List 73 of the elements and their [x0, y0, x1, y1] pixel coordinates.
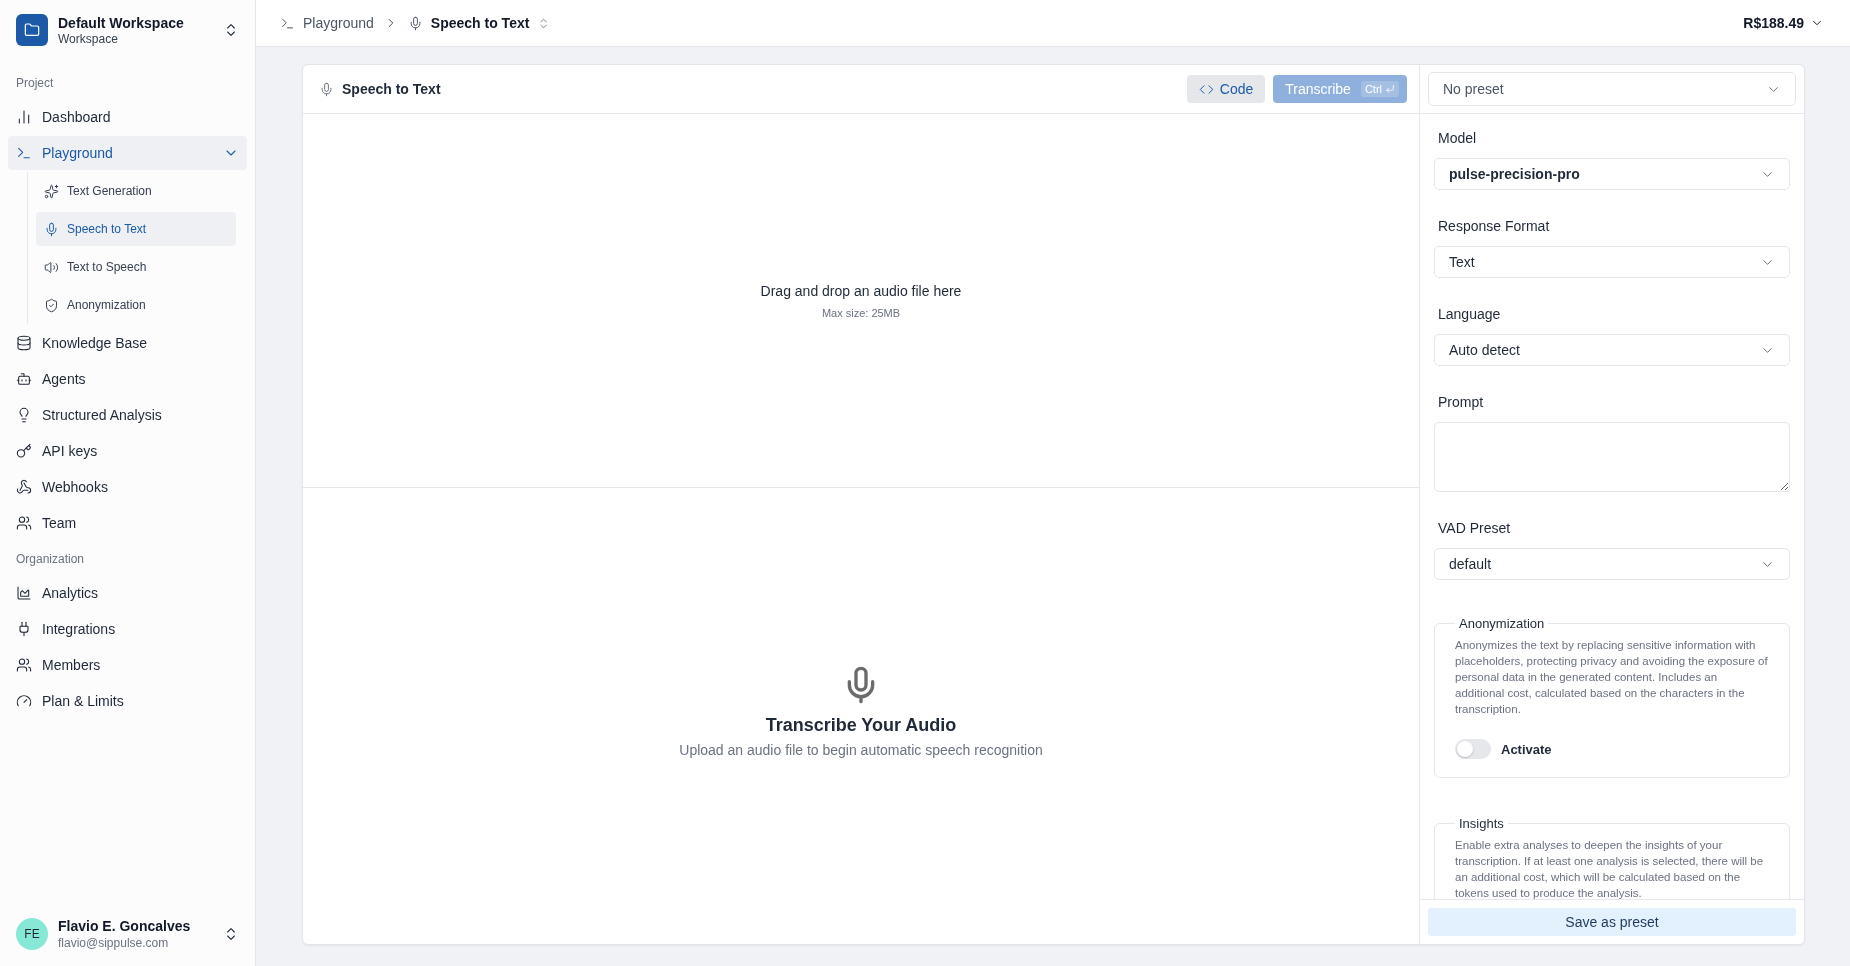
breadcrumb-link[interactable]: Speech to Text	[407, 15, 551, 31]
field-label: Prompt	[1437, 394, 1485, 410]
user-avatar: FE	[16, 918, 48, 950]
field-label: VAD Preset	[1437, 520, 1512, 536]
save-preset-button[interactable]: Save as preset	[1428, 908, 1796, 936]
chart-icon	[16, 109, 32, 125]
select-field[interactable]: pulse-precision-pro	[1434, 158, 1790, 190]
microphone-icon	[407, 15, 423, 31]
group-legend: Insights	[1455, 816, 1508, 831]
section-label: Project	[15, 75, 55, 92]
drop-zone[interactable]: Drag and drop an audio file here Max size: 25MB	[303, 114, 1419, 488]
empty-title: Transcribe Your Audio	[765, 714, 957, 736]
workspace-type: Workspace	[58, 31, 119, 46]
nav-item[interactable]: Integrations	[8, 612, 247, 646]
users-icon	[16, 657, 32, 673]
nav-subitem[interactable]: Anonymization	[36, 288, 236, 322]
terminal-icon	[16, 145, 32, 161]
nav-item[interactable]: Team	[8, 506, 247, 540]
card-title: Speech to Text	[342, 81, 442, 97]
nav-item[interactable]: Members	[8, 648, 247, 682]
field-label: Model	[1437, 130, 1478, 146]
field-label: Language	[1437, 306, 1502, 322]
group-description: Anonymizes the text by replacing sensitive information with placeholders, protecting privacy and avoiding the exposure of personal data in the generated content. Includes an additional cost, calculated based on the characters in the transcription.	[1455, 638, 1769, 717]
user-email: flavio@sippulse.com	[58, 936, 170, 950]
select-field[interactable]: Auto detect	[1434, 334, 1790, 366]
nav-item[interactable]: Structured Analysis	[8, 398, 247, 432]
group-legend: Anonymization	[1455, 616, 1549, 631]
nav-subitem[interactable]: Speech to Text	[36, 212, 236, 246]
nav-item[interactable]: Agents	[8, 362, 247, 396]
balance-button[interactable]: R$188.49	[1737, 14, 1830, 32]
enter-key-icon	[1385, 84, 1395, 94]
gauge-icon	[16, 693, 32, 709]
key-icon	[16, 443, 32, 459]
toggle-switch[interactable]	[1455, 739, 1491, 759]
lightbulb-icon	[16, 407, 32, 423]
nav-item[interactable]: Analytics	[8, 576, 247, 610]
microphone-icon	[44, 221, 59, 237]
nav-item[interactable]: Plan & Limits	[8, 684, 247, 718]
nav-item[interactable]: Dashboard	[8, 100, 247, 134]
field-label: Response Format	[1437, 218, 1551, 234]
nav-item[interactable]: Knowledge Base	[8, 326, 247, 360]
workspace-logo	[16, 14, 48, 46]
breadcrumb-link[interactable]: Playground	[280, 15, 374, 31]
nav-item[interactable]: Webhooks	[8, 470, 247, 504]
user-name: Flavio E. Goncalves	[58, 918, 192, 934]
plug-icon	[16, 621, 32, 637]
nav-item[interactable]: Playground	[8, 136, 247, 170]
drop-title: Drag and drop an audio file here	[760, 282, 962, 299]
prompt-field[interactable]	[1434, 422, 1790, 492]
shield-check-icon	[44, 297, 59, 313]
preset-select[interactable]: No preset	[1428, 72, 1796, 106]
robot-icon	[16, 371, 32, 387]
group-description: Enable extra analyses to deepen the insights of your transcription. If at least one analysis is selected, there will be an additional cost, which will be calculated based on the tokens used to produce the analysis.	[1455, 838, 1765, 899]
webhook-icon	[16, 479, 32, 495]
speaker-icon	[44, 259, 59, 275]
sparkles-icon	[44, 183, 59, 199]
toggle-label: Activate	[1501, 741, 1552, 757]
database-icon	[16, 335, 32, 351]
select-field[interactable]: Text	[1434, 246, 1790, 278]
drop-hint: Max size: 25MB	[821, 306, 901, 319]
area-chart-icon	[16, 585, 32, 601]
users-icon	[16, 515, 32, 531]
shortcut-hint: Ctrl	[1360, 81, 1399, 97]
nav-subitem[interactable]: Text Generation	[36, 174, 236, 208]
code-button[interactable]: Code	[1186, 75, 1266, 103]
nav-subitem[interactable]: Text to Speech	[36, 250, 236, 284]
terminal-icon	[280, 15, 295, 31]
empty-subtitle: Upload an audio file to begin automatic speech recognition	[679, 741, 1043, 758]
workspace-name: Default Workspace	[58, 14, 185, 31]
microphone-icon	[319, 81, 334, 97]
nav-item[interactable]: API keys	[8, 434, 247, 468]
select-field[interactable]: default	[1434, 548, 1790, 580]
section-label: Organization	[15, 551, 86, 568]
